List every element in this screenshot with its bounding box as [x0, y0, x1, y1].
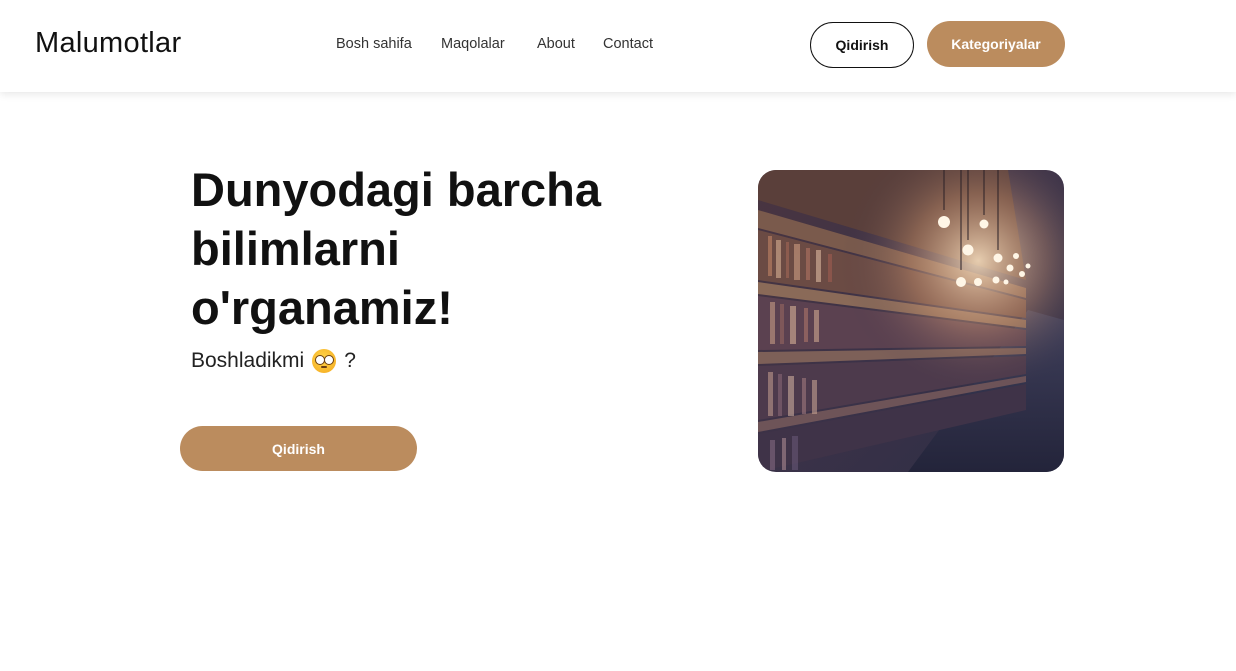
- hero-subtitle-text: Boshladikmi: [191, 349, 305, 372]
- categories-button[interactable]: Kategoriyalar: [927, 21, 1065, 67]
- nav-link-articles[interactable]: Maqolalar: [441, 36, 505, 52]
- hero-search-button[interactable]: Qidirish: [180, 426, 417, 471]
- library-photo: [758, 170, 1064, 472]
- nav-link-contact[interactable]: Contact: [603, 36, 653, 52]
- hero-title: Dunyodagi barcha bilimlarni o'rganamiz!: [191, 163, 602, 334]
- flushed-face-emoji-icon: [312, 349, 337, 373]
- nav-link-about[interactable]: About: [537, 36, 575, 52]
- hero-subtitle: Boshladikmi ?: [191, 349, 356, 373]
- site-logo[interactable]: Malumotlar: [35, 27, 181, 60]
- nav-link-home[interactable]: Bosh sahifa: [336, 36, 412, 52]
- header-search-button[interactable]: Qidirish: [810, 22, 914, 68]
- site-header: Malumotlar Bosh sahifa Maqolalar About C…: [0, 0, 1236, 92]
- hero-subtitle-question: ?: [344, 349, 356, 372]
